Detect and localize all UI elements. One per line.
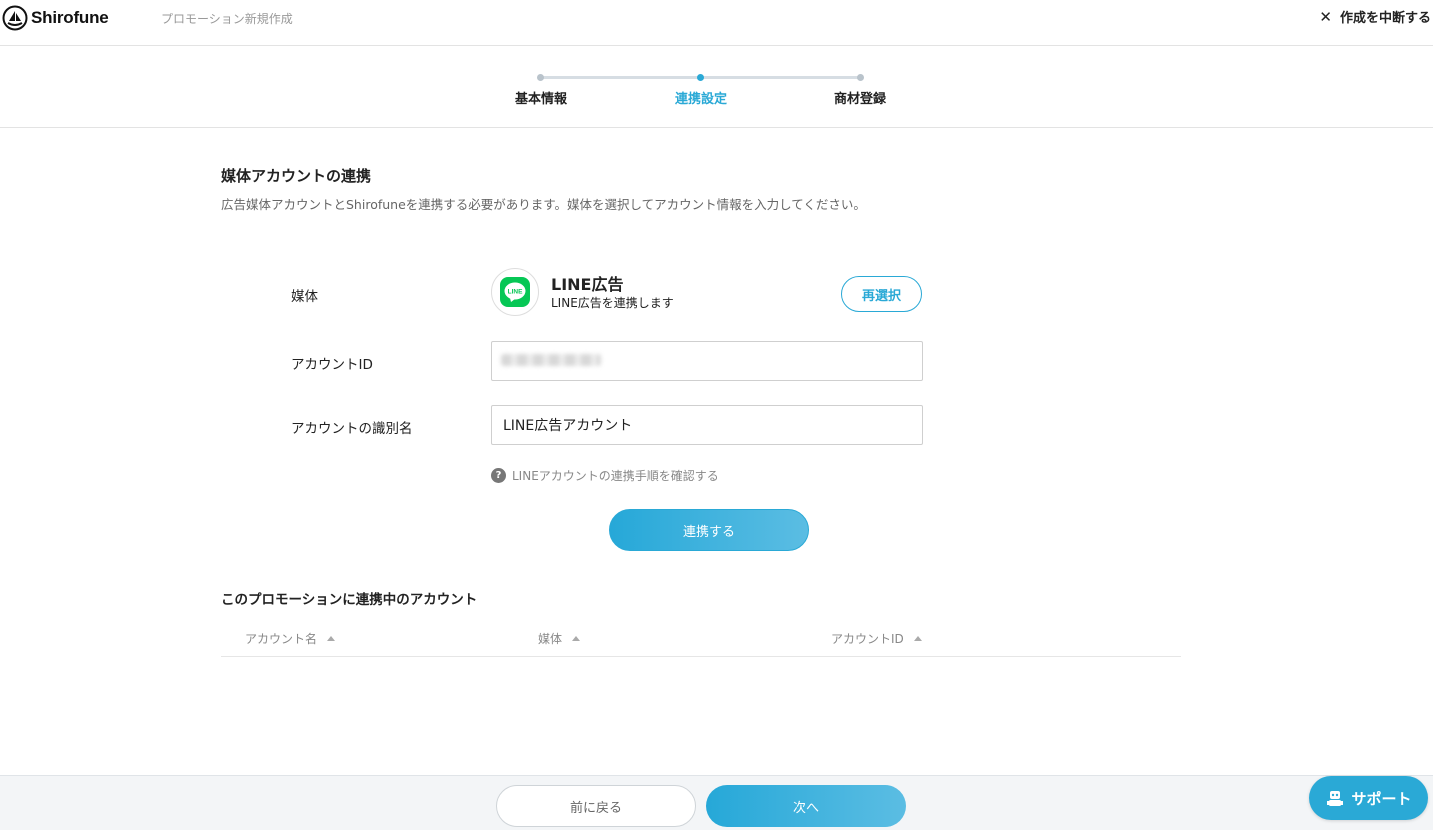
linked-accounts-title: このプロモーションに連携中のアカウント	[221, 592, 478, 608]
step-label-link: 連携設定	[674, 92, 727, 107]
column-label: 媒体	[538, 632, 563, 646]
next-button[interactable]: 次へ	[706, 785, 906, 827]
line-media-icon: LINE	[491, 268, 539, 316]
sort-icon	[913, 636, 922, 641]
connect-button[interactable]: 連携する	[609, 509, 809, 551]
line-logo-text: LINE	[508, 289, 523, 296]
step-label-basic: 基本情報	[514, 92, 567, 107]
column-account-name[interactable]: アカウント名	[245, 630, 336, 647]
sort-icon	[327, 636, 336, 641]
media-label: 媒体	[291, 289, 318, 305]
top-bar: Shirofune プロモーション新規作成 ✕ 作成を中断する	[0, 0, 1433, 46]
close-icon: ✕	[1319, 7, 1332, 26]
logo[interactable]: Shirofune	[2, 5, 109, 31]
reselect-button[interactable]: 再選択	[841, 276, 922, 312]
robot-icon	[1327, 791, 1344, 806]
shirofune-logo-icon	[2, 5, 28, 31]
account-name-input[interactable]	[491, 405, 923, 445]
column-label: アカウント名	[245, 632, 318, 646]
step-dot-3	[857, 74, 864, 81]
account-name-label: アカウントの識別名	[291, 421, 413, 437]
logo-text: Shirofune	[31, 8, 109, 27]
account-id-label: アカウントID	[291, 357, 373, 373]
linked-accounts-table-header: アカウント名 媒体 アカウントID	[221, 620, 1181, 657]
stepper: 基本情報 連携設定 商材登録	[0, 46, 1433, 128]
section-description: 広告媒体アカウントとShirofuneを連携する必要があります。媒体を選択してア…	[221, 197, 866, 212]
media-name: LINE広告	[551, 275, 624, 294]
step-dot-2	[697, 74, 704, 81]
step-connector	[541, 76, 701, 79]
page-title: プロモーション新規作成	[161, 12, 293, 26]
column-account-id[interactable]: アカウントID	[831, 630, 922, 647]
step-label-product: 商材登録	[833, 92, 886, 107]
media-subtitle: LINE広告を連携します	[551, 296, 674, 310]
column-label: アカウントID	[831, 632, 904, 646]
section-title: 媒体アカウントの連携	[221, 167, 372, 185]
support-label: サポート	[1351, 789, 1412, 808]
step-connector	[701, 76, 861, 79]
question-icon: ?	[491, 468, 506, 483]
help-link-text: LINEアカウントの連携手順を確認する	[512, 469, 719, 483]
column-media[interactable]: 媒体	[538, 630, 581, 647]
back-button[interactable]: 前に戻る	[496, 785, 696, 827]
footer-bar: 前に戻る 次へ	[0, 775, 1433, 830]
help-link[interactable]: ? LINEアカウントの連携手順を確認する	[491, 467, 719, 484]
abort-label: 作成を中断する	[1339, 11, 1431, 26]
redacted-account-id	[501, 354, 601, 366]
sort-icon	[572, 636, 581, 641]
line-logo-icon: LINE	[500, 277, 530, 307]
abort-button[interactable]: ✕ 作成を中断する	[1319, 7, 1431, 27]
support-button[interactable]: サポート	[1309, 776, 1428, 820]
step-dot-1	[537, 74, 544, 81]
